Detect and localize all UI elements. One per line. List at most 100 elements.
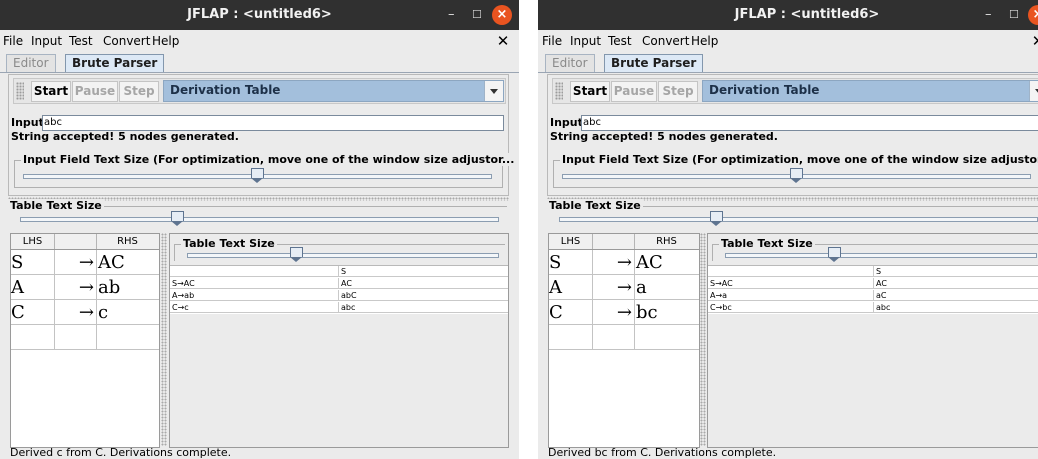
menu-input[interactable]: Input: [570, 34, 601, 48]
bottom-status: Derived bc from C. Derivations complete.: [548, 446, 777, 459]
derivation-size-group: Table Text Size: [712, 237, 1038, 262]
start-button[interactable]: Start: [570, 81, 610, 102]
title-bar[interactable]: JFLAP : <untitled6> – ☐ ×: [538, 0, 1038, 30]
derivation-production-cell[interactable]: S→AC: [708, 278, 874, 289]
grammar-arrow-cell: →: [593, 250, 635, 275]
close-icon[interactable]: ×: [492, 5, 512, 25]
derivation-string-header[interactable]: S: [874, 266, 1038, 277]
menu-test[interactable]: Test: [69, 34, 93, 48]
derivation-size-slider[interactable]: [187, 253, 499, 258]
input-row: Input abc: [11, 115, 505, 131]
derivation-string-cell[interactable]: abC: [339, 290, 508, 301]
close-tab-icon[interactable]: ✕: [495, 32, 511, 50]
header-rhs[interactable]: RHS: [635, 234, 698, 249]
grammar-lhs-cell[interactable]: S: [549, 250, 593, 275]
grammar-arrow-cell: →: [55, 300, 97, 325]
tab-brute-parser[interactable]: Brute Parser: [604, 54, 704, 72]
minimize-icon[interactable]: –: [448, 0, 455, 30]
menu-file[interactable]: File: [542, 34, 562, 48]
grammar-lhs-cell[interactable]: A: [11, 275, 55, 300]
grammar-rhs-cell[interactable]: [97, 325, 159, 350]
derivation-size-legend: Table Text Size: [719, 237, 815, 250]
derivation-size-slider[interactable]: [725, 253, 1037, 258]
menu-help[interactable]: Help: [152, 34, 179, 48]
tab-brute-parser[interactable]: Brute Parser: [65, 54, 165, 72]
maximize-icon[interactable]: ☐: [472, 0, 482, 30]
derivation-production-header[interactable]: [708, 266, 874, 277]
maximize-icon[interactable]: ☐: [1009, 0, 1019, 30]
derivation-production-cell[interactable]: A→a: [708, 290, 874, 301]
jflap-window-right: JFLAP : <untitled6> – ☐ × File Input Tes…: [538, 0, 1038, 459]
header-lhs[interactable]: LHS: [11, 234, 55, 249]
start-button[interactable]: Start: [31, 81, 71, 102]
menu-help[interactable]: Help: [691, 34, 718, 48]
grammar-lhs-cell[interactable]: C: [11, 300, 55, 325]
derivation-production-cell[interactable]: A→ab: [170, 290, 339, 301]
table-size-slider-thumb[interactable]: [710, 211, 723, 226]
parse-status: String accepted! 5 nodes generated.: [550, 130, 778, 143]
grammar-lhs-cell[interactable]: [11, 325, 55, 350]
grammar-lhs-cell[interactable]: S: [11, 250, 55, 275]
table-size-slider[interactable]: [559, 217, 1038, 222]
pause-button[interactable]: Pause: [72, 81, 118, 102]
table-split-divider[interactable]: [700, 233, 706, 446]
menu-convert[interactable]: Convert: [103, 34, 150, 48]
grammar-lhs-cell[interactable]: C: [549, 300, 593, 325]
derivation-size-slider-thumb[interactable]: [828, 247, 841, 262]
input-size-slider-thumb[interactable]: [790, 168, 803, 183]
table-size-slider-thumb[interactable]: [171, 211, 184, 226]
view-select[interactable]: Derivation Table: [163, 80, 504, 102]
grammar-table: LHS RHS S → AC A → a C → bc: [548, 233, 700, 448]
grammar-rhs-cell[interactable]: bc: [635, 300, 699, 325]
derivation-string-cell[interactable]: abc: [339, 302, 508, 313]
derivation-string-cell[interactable]: abc: [874, 302, 1038, 313]
grammar-rhs-cell[interactable]: c: [97, 300, 159, 325]
derivation-table: S S→AC AC A→ab abC C→c abc: [170, 265, 508, 314]
tab-editor[interactable]: Editor: [545, 54, 595, 72]
chevron-down-icon[interactable]: [484, 81, 503, 101]
view-select-value: Derivation Table: [170, 83, 281, 97]
toolbar-grip-icon[interactable]: [555, 82, 563, 100]
grammar-rhs-cell[interactable]: a: [635, 275, 699, 300]
header-arrow[interactable]: [55, 234, 97, 249]
grammar-lhs-cell[interactable]: A: [549, 275, 593, 300]
input-size-group: Input Field Text Size (For optimization,…: [553, 153, 1038, 188]
derivation-production-cell[interactable]: S→AC: [170, 278, 339, 289]
derivation-string-cell[interactable]: aC: [874, 290, 1038, 301]
input-field[interactable]: abc: [581, 115, 1038, 131]
grammar-rhs-cell[interactable]: AC: [635, 250, 699, 275]
derivation-string-cell[interactable]: AC: [339, 278, 508, 289]
derivation-string-cell[interactable]: AC: [874, 278, 1038, 289]
table-size-slider[interactable]: [20, 217, 499, 222]
tab-editor[interactable]: Editor: [6, 54, 56, 72]
menu-convert[interactable]: Convert: [642, 34, 689, 48]
grammar-rhs-cell[interactable]: ab: [97, 275, 159, 300]
view-select[interactable]: Derivation Table: [702, 80, 1038, 102]
derivation-production-cell[interactable]: C→bc: [708, 302, 874, 313]
minimize-icon[interactable]: –: [985, 0, 992, 30]
pause-button[interactable]: Pause: [611, 81, 657, 102]
derivation-production-header[interactable]: [170, 266, 339, 277]
grammar-rhs-cell[interactable]: AC: [97, 250, 159, 275]
header-lhs[interactable]: LHS: [549, 234, 593, 249]
grammar-arrow-cell: [593, 325, 635, 350]
menu-input[interactable]: Input: [31, 34, 62, 48]
title-bar[interactable]: JFLAP : <untitled6> – ☐ ×: [0, 0, 519, 30]
menu-file[interactable]: File: [3, 34, 23, 48]
header-rhs[interactable]: RHS: [97, 234, 158, 249]
close-tab-icon[interactable]: ✕: [1030, 32, 1038, 50]
grammar-lhs-cell[interactable]: [549, 325, 593, 350]
input-size-slider-thumb[interactable]: [251, 168, 264, 183]
table-split-divider[interactable]: [161, 233, 167, 446]
header-arrow[interactable]: [593, 234, 635, 249]
derivation-production-cell[interactable]: C→c: [170, 302, 339, 313]
derivation-string-header[interactable]: S: [339, 266, 508, 277]
toolbar-grip-icon[interactable]: [16, 82, 24, 100]
derivation-size-slider-thumb[interactable]: [290, 247, 303, 262]
step-button[interactable]: Step: [658, 81, 698, 102]
grammar-rhs-cell[interactable]: [635, 325, 699, 350]
chevron-down-icon[interactable]: [1029, 81, 1038, 101]
menu-test[interactable]: Test: [608, 34, 632, 48]
input-field[interactable]: abc: [42, 115, 504, 131]
step-button[interactable]: Step: [119, 81, 159, 102]
